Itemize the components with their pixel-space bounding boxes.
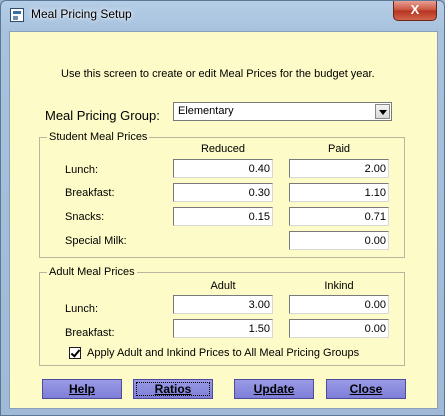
update-button[interactable]: Update	[234, 379, 314, 399]
adult-lunch-adult-field[interactable]: 3.00	[173, 295, 273, 314]
apply-all-groups-label: Apply Adult and Inkind Prices to All Mea…	[87, 347, 360, 359]
pricing-group-value: Elementary	[178, 105, 234, 117]
chevron-down-icon[interactable]	[375, 104, 390, 119]
student-special-milk-paid-field[interactable]: 0.00	[289, 231, 389, 250]
adult-breakfast-inkind-field[interactable]: 0.00	[289, 319, 389, 338]
student-lunch-label: Lunch:	[65, 164, 99, 176]
close-button[interactable]: Close	[326, 379, 406, 399]
paid-column-header: Paid	[327, 143, 351, 155]
student-lunch-paid-field[interactable]: 2.00	[289, 159, 389, 178]
ratios-button[interactable]: Ratios	[133, 379, 213, 399]
student-breakfast-paid-field[interactable]: 1.10	[289, 183, 389, 202]
adult-lunch-label: Lunch:	[65, 303, 99, 315]
adult-meal-prices-legend: Adult Meal Prices	[47, 266, 137, 278]
adult-column-header: Adult	[210, 280, 236, 292]
student-breakfast-label: Breakfast:	[65, 187, 115, 199]
adult-lunch-inkind-field[interactable]: 0.00	[289, 295, 389, 314]
student-breakfast-reduced-field[interactable]: 0.30	[173, 183, 273, 202]
adult-breakfast-label: Breakfast:	[65, 327, 115, 339]
student-snacks-reduced-field[interactable]: 0.15	[173, 207, 273, 226]
student-snacks-label: Snacks:	[65, 211, 105, 223]
student-snacks-paid-field[interactable]: 0.71	[289, 207, 389, 226]
window-close-button[interactable]: X	[393, 1, 437, 21]
intro-text: Use this screen to create or edit Meal P…	[61, 68, 375, 80]
student-meal-prices-legend: Student Meal Prices	[47, 131, 150, 143]
window-title: Meal Pricing Setup	[31, 7, 132, 21]
student-lunch-reduced-field[interactable]: 0.40	[173, 159, 273, 178]
reduced-column-header: Reduced	[200, 143, 246, 155]
inkind-column-header: Inkind	[324, 280, 354, 292]
student-special-milk-label: Special Milk:	[65, 235, 127, 247]
title-bar[interactable]: Meal Pricing Setup X	[1, 1, 444, 29]
adult-breakfast-adult-field[interactable]: 1.50	[173, 319, 273, 338]
app-icon	[10, 8, 24, 22]
apply-all-groups-checkbox[interactable]	[69, 347, 81, 359]
pricing-group-select[interactable]: Elementary	[173, 102, 392, 121]
help-button[interactable]: Help	[42, 379, 122, 399]
meal-pricing-window: Meal Pricing Setup X Use this screen to …	[0, 0, 445, 416]
pricing-group-label: Meal Pricing Group:	[45, 108, 160, 123]
